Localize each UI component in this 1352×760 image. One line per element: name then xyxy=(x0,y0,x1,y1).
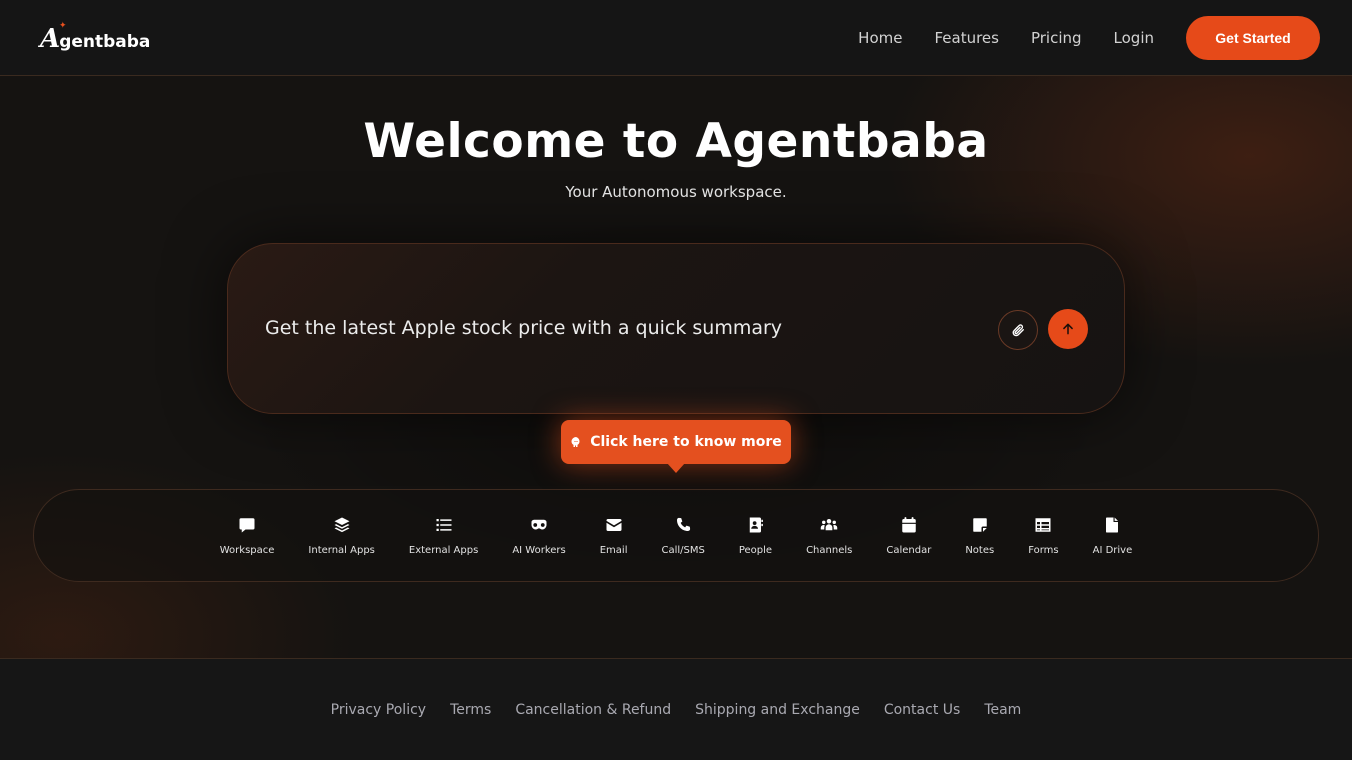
app-call-sms[interactable]: Call/SMS xyxy=(644,506,721,566)
footer: Privacy Policy Terms Cancellation & Refu… xyxy=(0,658,1352,760)
app-label: Notes xyxy=(965,544,995,556)
app-calendar[interactable]: Calendar xyxy=(869,506,948,566)
footer-privacy-policy[interactable]: Privacy Policy xyxy=(331,702,426,718)
nav-features[interactable]: Features xyxy=(934,29,999,47)
app-people[interactable]: People xyxy=(722,506,789,566)
app-label: Workspace xyxy=(219,544,275,556)
app-workspace[interactable]: Workspace xyxy=(203,506,292,566)
paperclip-icon xyxy=(1012,324,1024,337)
phone-icon xyxy=(677,517,691,531)
sticky-note-icon xyxy=(973,517,987,532)
logo-initial: A xyxy=(40,24,61,54)
attach-button[interactable] xyxy=(998,310,1038,350)
app-ai-workers[interactable]: AI Workers xyxy=(495,506,582,566)
app-label: Channels xyxy=(806,544,853,556)
app-label: Call/SMS xyxy=(661,544,705,556)
app-label: Internal Apps xyxy=(308,544,375,556)
app-label: Calendar xyxy=(886,544,932,556)
app-label: AI Workers xyxy=(512,544,566,556)
app-label: People xyxy=(738,544,773,556)
nav-login[interactable]: Login xyxy=(1114,29,1154,47)
footer-shipping-exchange[interactable]: Shipping and Exchange xyxy=(695,702,860,718)
app-forms[interactable]: Forms xyxy=(1011,506,1075,566)
sparkle-icon: ✦ xyxy=(59,21,67,31)
send-button[interactable] xyxy=(1048,309,1088,349)
app-ai-drive[interactable]: AI Drive xyxy=(1076,506,1150,566)
envelope-icon xyxy=(606,518,622,531)
contact-book-icon xyxy=(750,517,764,532)
prompt-card: Get the latest Apple stock price with a … xyxy=(227,243,1125,414)
brand-logo[interactable]: ✦ A gentbaba xyxy=(40,21,151,54)
chat-bubble-icon xyxy=(239,517,255,532)
file-icon xyxy=(1106,517,1119,532)
app-external-apps[interactable]: External Apps xyxy=(392,506,495,566)
know-more-label: Click here to know more xyxy=(590,434,782,450)
mask-icon xyxy=(531,519,547,529)
apps-bar: Workspace Internal Apps External Apps AI… xyxy=(33,489,1319,582)
get-started-button[interactable]: Get Started xyxy=(1186,16,1320,60)
footer-terms[interactable]: Terms xyxy=(450,702,491,718)
brain-icon xyxy=(571,437,580,447)
logo-wordmark: gentbaba xyxy=(59,32,151,52)
app-notes[interactable]: Notes xyxy=(948,506,1011,566)
app-internal-apps[interactable]: Internal Apps xyxy=(291,506,391,566)
app-label: AI Drive xyxy=(1092,544,1133,556)
layers-icon xyxy=(334,517,350,532)
nav-home[interactable]: Home xyxy=(858,29,902,47)
top-navbar: ✦ A gentbaba Home Features Pricing Login… xyxy=(0,0,1352,76)
footer-team[interactable]: Team xyxy=(984,702,1021,718)
apps-row: Workspace Internal Apps External Apps AI… xyxy=(34,490,1318,581)
table-icon xyxy=(1035,517,1051,532)
know-more-button[interactable]: Click here to know more xyxy=(561,420,791,473)
prompt-input[interactable]: Get the latest Apple stock price with a … xyxy=(265,317,782,339)
nav-pricing[interactable]: Pricing xyxy=(1031,29,1082,47)
app-channels[interactable]: Channels xyxy=(789,506,869,566)
page-subtitle: Your Autonomous workspace. xyxy=(565,183,787,201)
app-email[interactable]: Email xyxy=(583,506,645,566)
footer-cancellation-refund[interactable]: Cancellation & Refund xyxy=(515,702,671,718)
footer-contact-us[interactable]: Contact Us xyxy=(884,702,960,718)
arrow-up-icon xyxy=(1063,323,1073,335)
users-icon xyxy=(820,518,838,530)
app-label: External Apps xyxy=(408,544,479,556)
main-nav: Home Features Pricing Login xyxy=(858,0,1154,76)
calendar-icon xyxy=(902,516,916,532)
list-icon xyxy=(436,518,452,531)
page-title: Welcome to Agentbaba xyxy=(363,114,989,169)
app-label: Email xyxy=(599,544,628,556)
app-label: Forms xyxy=(1028,544,1059,556)
